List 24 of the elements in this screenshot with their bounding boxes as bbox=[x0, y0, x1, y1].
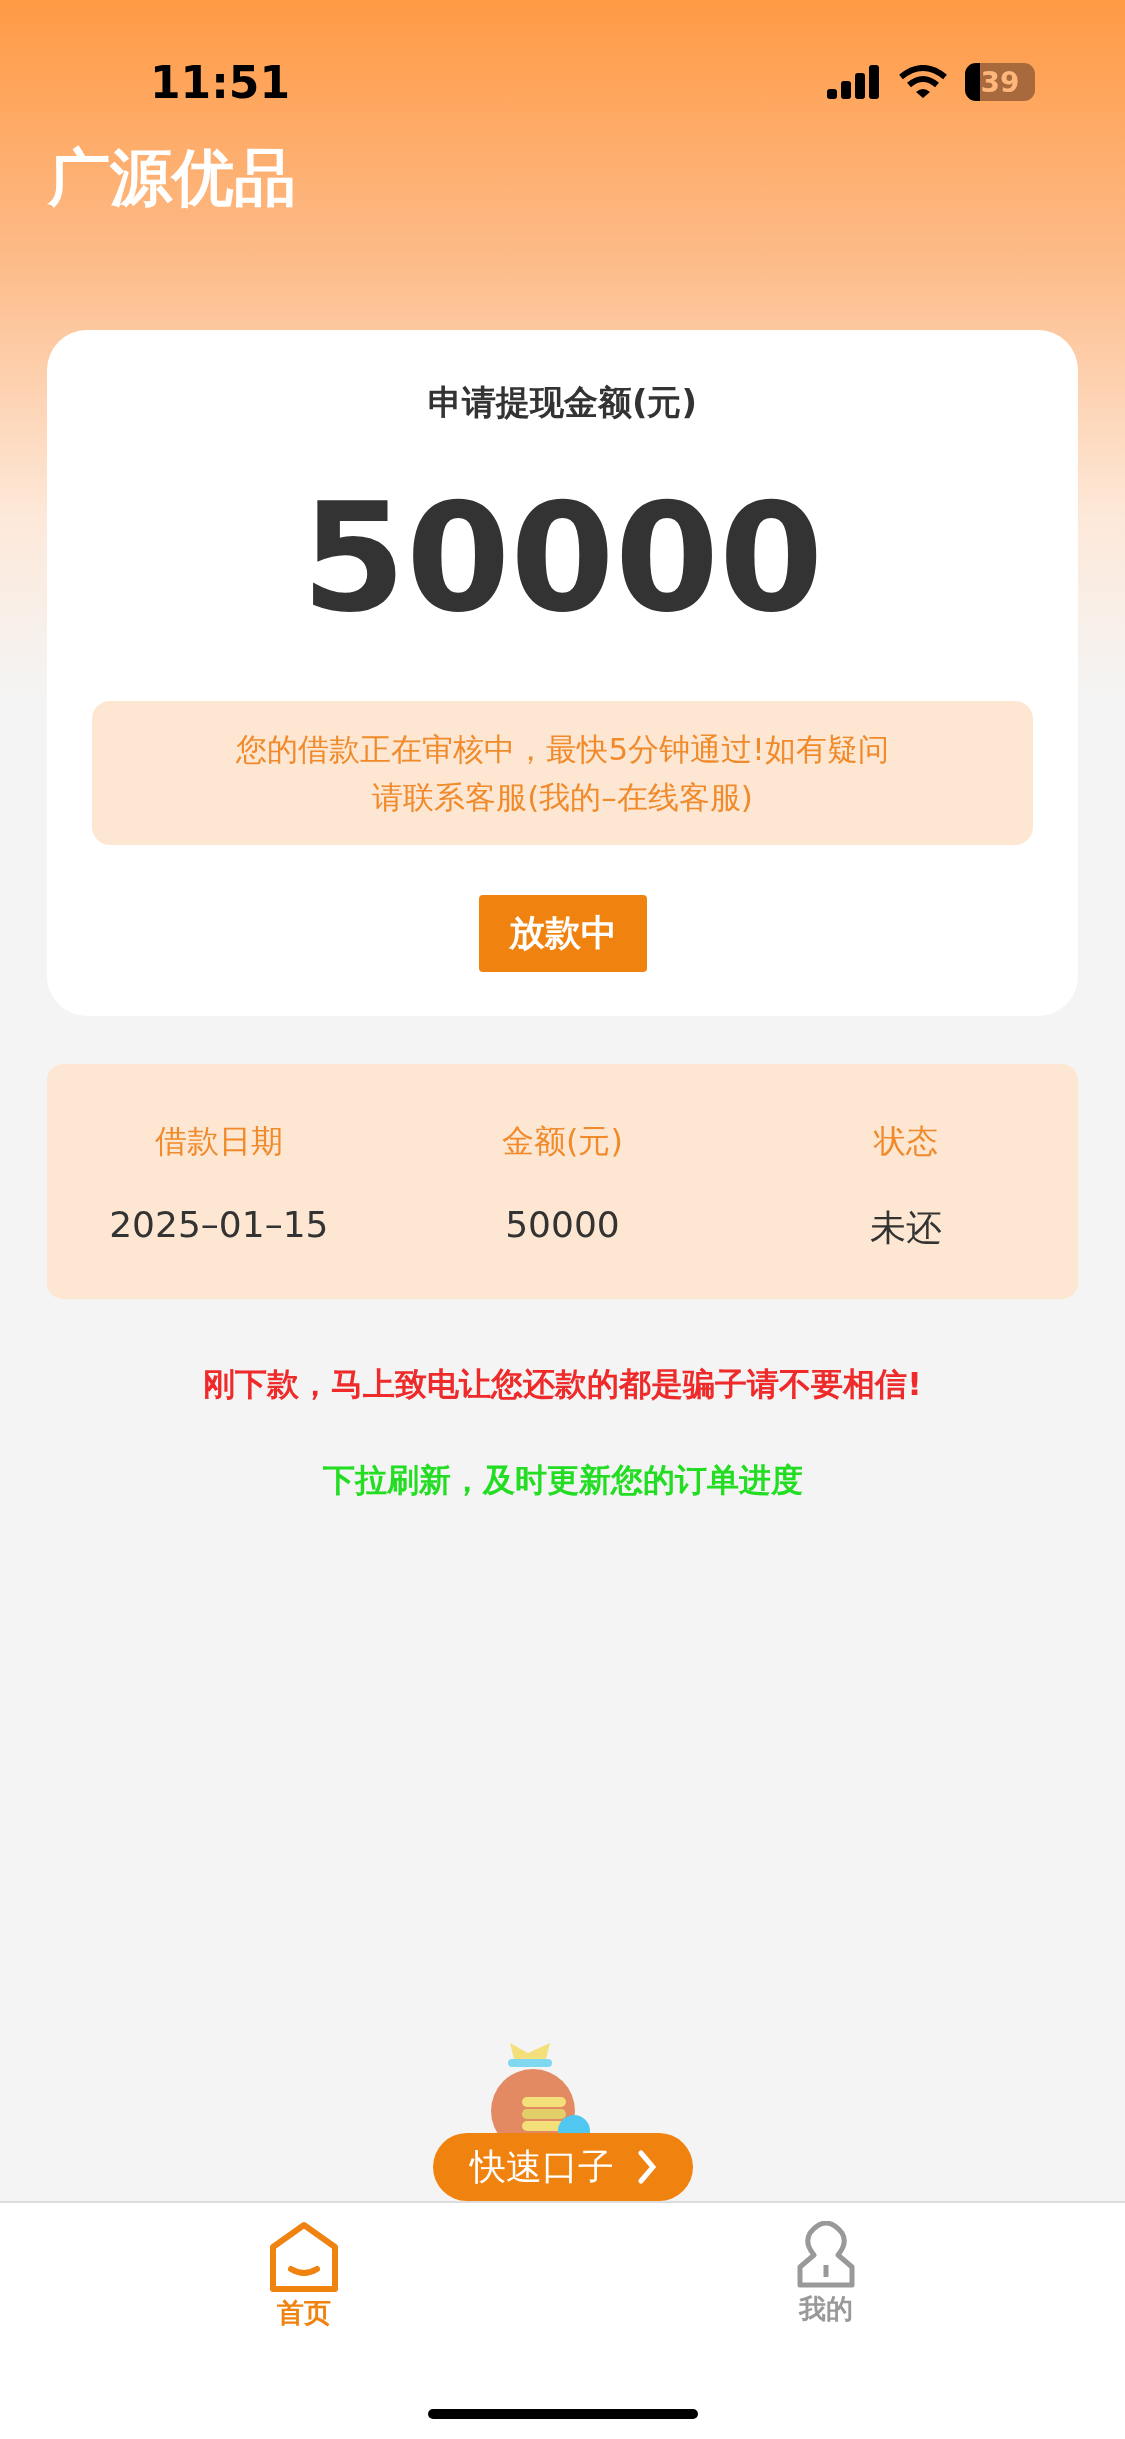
amount-value: 50000 bbox=[301, 476, 824, 641]
notice-text: 下拉刷新，及时更新您的订单进度 bbox=[322, 1460, 803, 1501]
notice-text: 刚下款，马上致电让您还款的都是骗子请不要相信! bbox=[203, 1364, 922, 1405]
status-time: 11:51 bbox=[150, 56, 291, 108]
quick-loan-button[interactable]: 快速口子 bbox=[432, 2133, 693, 2201]
column-header: 借款日期 bbox=[154, 1121, 283, 1162]
person-icon bbox=[796, 2221, 857, 2289]
tab-item[interactable]: 首页 bbox=[268, 2221, 339, 2331]
battery-indicator: 39 bbox=[965, 63, 1035, 101]
table-cell-text: 未还 bbox=[870, 1206, 943, 1250]
house-icon bbox=[268, 2221, 339, 2293]
table-cell-text: 50000 bbox=[505, 1204, 620, 1247]
column-header: 状态 bbox=[874, 1121, 939, 1162]
app-title: 广源优品 bbox=[48, 140, 297, 216]
signal-icon bbox=[827, 65, 881, 99]
review-notice: 请联系客服(我的–在线客服) bbox=[372, 778, 753, 817]
amount-label: 申请提现金额(元) bbox=[427, 381, 698, 424]
column-header: 金额(元) bbox=[502, 1121, 623, 1162]
chevron-right-icon bbox=[637, 2150, 656, 2184]
wifi-icon bbox=[899, 65, 947, 99]
table-cell-text: 2025–01–15 bbox=[109, 1204, 329, 1247]
review-notice: 您的借款正在审核中，最快5分钟通过!如有疑问 bbox=[236, 730, 889, 769]
status-button[interactable]: 放款中 bbox=[478, 895, 647, 972]
tab-item[interactable]: 我的 bbox=[796, 2221, 857, 2331]
